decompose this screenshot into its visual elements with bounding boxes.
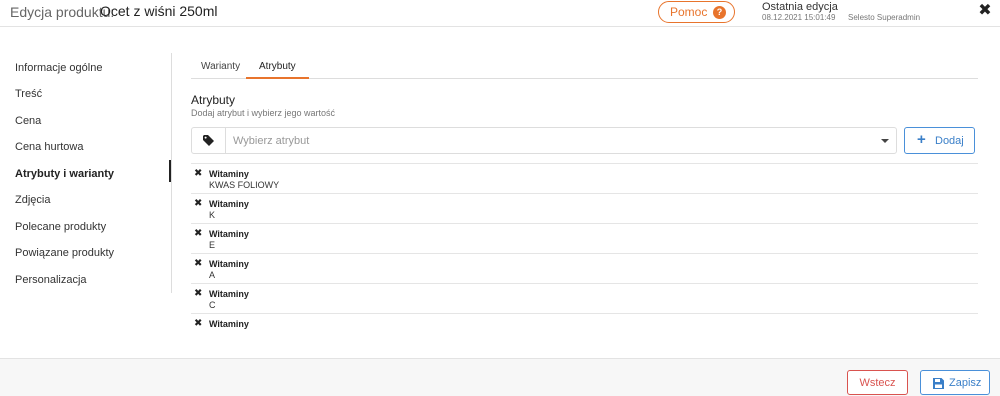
sidebar-item-photos[interactable]: Zdjęcia xyxy=(15,194,50,206)
section-subtitle: Dodaj atrybut i wybierz jego wartość xyxy=(191,108,336,118)
sidebar-item-attributes-variants[interactable]: Atrybuty i warianty xyxy=(15,168,114,180)
footer: Wstecz Zapisz xyxy=(0,358,1000,396)
remove-icon[interactable]: ✖ xyxy=(194,319,202,329)
sidebar-item-related-products[interactable]: Powiązane produkty xyxy=(15,247,114,259)
tag-icon-box xyxy=(192,128,226,153)
attribute-name: Witaminy xyxy=(209,319,249,329)
plus-icon: + xyxy=(917,131,926,148)
remove-icon[interactable]: ✖ xyxy=(194,169,202,179)
question-icon: ? xyxy=(713,6,726,19)
sidebar-item-price[interactable]: Cena xyxy=(15,115,41,127)
active-tab-indicator xyxy=(246,77,309,79)
remove-icon[interactable]: ✖ xyxy=(194,259,202,269)
sidebar: Informacje ogólne Treść Cena Cena hurtow… xyxy=(0,53,172,293)
save-button-label: Zapisz xyxy=(949,377,982,389)
page-title-label: Edycja produktu: xyxy=(10,4,115,20)
save-icon xyxy=(933,378,944,389)
back-button[interactable]: Wstecz xyxy=(847,370,908,395)
remove-icon[interactable]: ✖ xyxy=(194,289,202,299)
list-item: ✖ Witaminy E xyxy=(191,223,978,253)
last-edit-date: 08.12.2021 15:01:49 xyxy=(762,13,836,22)
tag-icon xyxy=(203,135,214,146)
list-item: ✖ Witaminy K xyxy=(191,193,978,223)
chevron-down-icon xyxy=(881,139,889,143)
tab-attributes[interactable]: Atrybuty xyxy=(259,61,296,72)
help-button[interactable]: Pomoc ? xyxy=(658,1,735,23)
last-edit-title: Ostatnia edycja xyxy=(762,1,838,13)
list-item: ✖ Witaminy A xyxy=(191,253,978,283)
sidebar-active-marker xyxy=(169,160,171,182)
attribute-select-placeholder: Wybierz atrybut xyxy=(233,135,310,147)
list-item: ✖ Witaminy KWAS FOLIOWY xyxy=(191,163,978,193)
help-button-label: Pomoc xyxy=(670,5,708,19)
add-attribute-button-label: Dodaj xyxy=(935,135,964,147)
tab-variants[interactable]: Warianty xyxy=(201,61,240,72)
sidebar-item-content[interactable]: Treść xyxy=(15,88,42,100)
attribute-name: Witaminy xyxy=(209,289,249,299)
header: Edycja produktu: Ocet z wiśni 250ml Pomo… xyxy=(0,0,1000,27)
back-button-label: Wstecz xyxy=(859,377,896,389)
tab-bar: Warianty Atrybuty xyxy=(191,55,978,79)
sidebar-item-wholesale-price[interactable]: Cena hurtowa xyxy=(15,141,84,153)
attribute-name: Witaminy xyxy=(209,169,249,179)
attribute-value: KWAS FOLIOWY xyxy=(209,180,280,190)
page-title: Ocet z wiśni 250ml xyxy=(100,3,218,19)
list-item: ✖ Witaminy xyxy=(191,313,978,343)
sidebar-item-recommended-products[interactable]: Polecane produkty xyxy=(15,221,106,233)
attribute-value: E xyxy=(209,240,216,250)
sidebar-item-general-info[interactable]: Informacje ogólne xyxy=(15,62,102,74)
close-icon[interactable]: ✖ xyxy=(977,3,993,19)
add-attribute-button[interactable]: + Dodaj xyxy=(904,127,975,154)
list-item: ✖ Witaminy C xyxy=(191,283,978,313)
attribute-value: K xyxy=(209,210,216,220)
save-button[interactable]: Zapisz xyxy=(920,370,990,395)
attribute-name: Witaminy xyxy=(209,259,249,269)
remove-icon[interactable]: ✖ xyxy=(194,229,202,239)
attribute-value: A xyxy=(209,270,216,280)
attribute-value: C xyxy=(209,300,216,310)
sidebar-item-personalization[interactable]: Personalizacja xyxy=(15,274,87,286)
attribute-name: Witaminy xyxy=(209,229,249,239)
attribute-name: Witaminy xyxy=(209,199,249,209)
last-edit-user: Selesto Superadmin xyxy=(848,13,921,22)
remove-icon[interactable]: ✖ xyxy=(194,199,202,209)
section-title: Atrybuty xyxy=(191,93,236,107)
attribute-select[interactable]: Wybierz atrybut xyxy=(191,127,897,154)
